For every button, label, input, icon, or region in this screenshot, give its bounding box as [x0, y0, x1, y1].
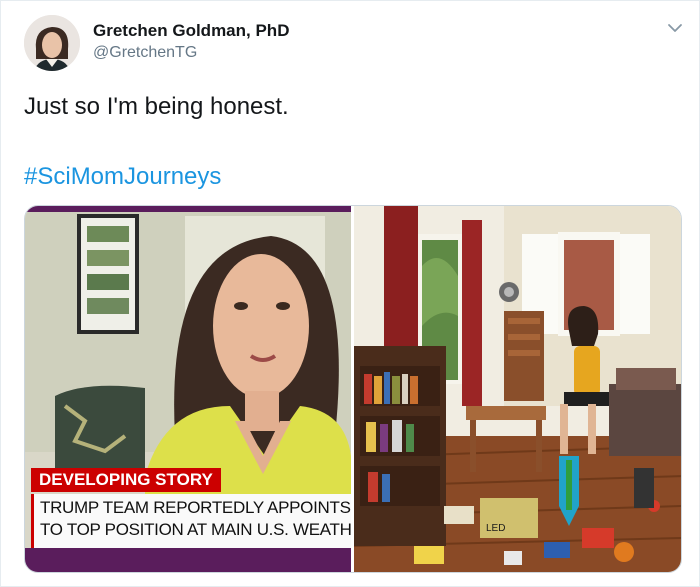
room-photo-illustration: LED: [354, 206, 681, 572]
ticker-line-2: TO TOP POSITION AT MAIN U.S. WEATHE: [40, 520, 351, 539]
author-display-name[interactable]: Gretchen Goldman, PhD: [93, 21, 289, 41]
media-grid: DEVELOPING STORY TRUMP TEAM REPORTEDLY A…: [24, 205, 682, 573]
chevron-down-icon[interactable]: [666, 21, 684, 35]
ticker-line-1: TRUMP TEAM REPORTEDLY APPOINTS C: [40, 498, 351, 517]
tweet-text: Just so I'm being honest.: [24, 93, 289, 120]
news-ticker: TRUMP TEAM REPORTEDLY APPOINTS C TO TOP …: [31, 494, 351, 548]
media-photo-left[interactable]: DEVELOPING STORY TRUMP TEAM REPORTEDLY A…: [25, 206, 351, 572]
author-handle[interactable]: @GretchenTG: [93, 44, 197, 62]
developing-story-banner: DEVELOPING STORY: [31, 468, 221, 492]
news-bottom-bar: [25, 548, 351, 572]
hashtag-link[interactable]: #SciMomJourneys: [24, 163, 221, 191]
tweet-card: Gretchen Goldman, PhD @GretchenTG Just s…: [0, 0, 700, 587]
avatar[interactable]: [24, 15, 80, 71]
toy-box-label: LED: [486, 523, 505, 534]
avatar-portrait: [24, 15, 80, 71]
media-photo-right[interactable]: LED: [354, 206, 681, 572]
tweet-header: Gretchen Goldman, PhD @GretchenTG: [24, 13, 684, 73]
